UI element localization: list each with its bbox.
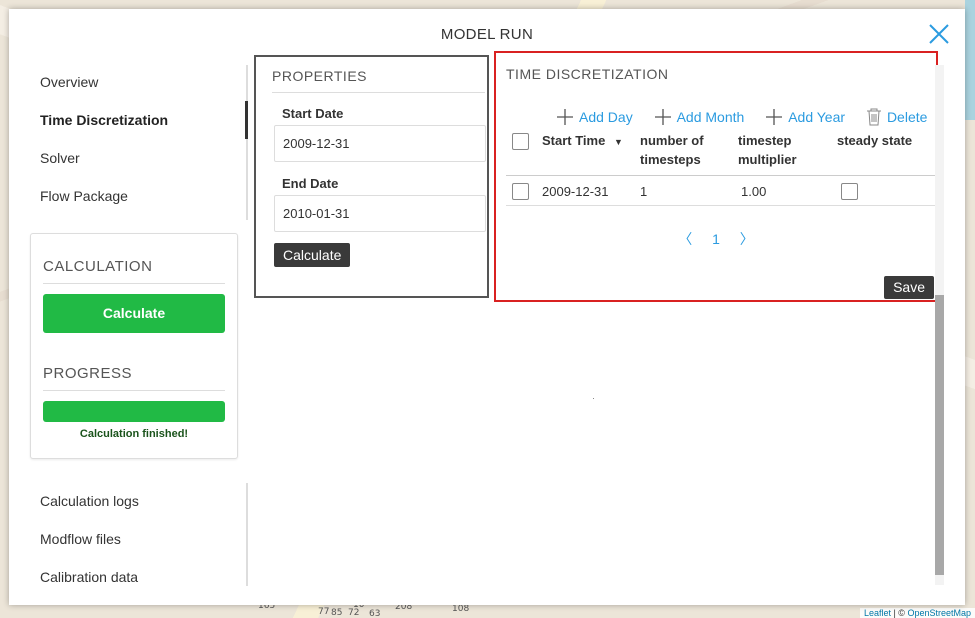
pagination: 〈 1 〉 xyxy=(496,229,936,249)
map-label: 85 xyxy=(331,608,343,618)
col-timestep-multiplier: timestep multiplier xyxy=(738,131,797,169)
delete-label: Delete xyxy=(886,109,928,125)
cell-start-time[interactable]: 2009-12-31 xyxy=(542,184,609,199)
map-label: 108 xyxy=(452,604,470,614)
end-date-label: End Date xyxy=(282,176,339,191)
cell-multiplier[interactable]: 1.00 xyxy=(741,184,766,199)
stray-dot xyxy=(593,398,594,399)
prev-page-button[interactable]: 〈 xyxy=(678,231,692,247)
map-label: 63 xyxy=(369,609,381,618)
active-indicator xyxy=(245,101,248,139)
start-date-input[interactable] xyxy=(274,125,486,162)
next-page-button[interactable]: 〉 xyxy=(740,231,754,247)
calculation-panel: CALCULATION Calculate PROGRESS Calculati… xyxy=(30,233,238,459)
add-day-button[interactable]: Add Day xyxy=(556,108,633,126)
menu-item-overview[interactable]: Overview xyxy=(40,69,250,107)
time-discretization-panel: TIME DISCRETIZATION Add Day Add Month Ad… xyxy=(494,51,938,302)
menu-item-calculation-logs[interactable]: Calculation logs xyxy=(40,488,250,526)
time-discretization-table: Start Time ▼ number of timesteps timeste… xyxy=(506,131,936,206)
calculation-heading: CALCULATION xyxy=(43,234,225,284)
start-date-label: Start Date xyxy=(282,106,344,121)
delete-button[interactable]: Delete xyxy=(866,108,927,126)
modal-title: MODEL RUN xyxy=(440,26,534,43)
sort-down-icon: ▼ xyxy=(613,137,623,147)
progress-heading: PROGRESS xyxy=(43,333,225,391)
attribution-separator: | © xyxy=(890,608,908,618)
scrollbar[interactable] xyxy=(935,65,944,585)
add-day-label: Add Day xyxy=(579,109,633,125)
progress-bar xyxy=(43,401,225,422)
properties-panel: PROPERTIES Start Date End Date Calculate xyxy=(254,55,489,298)
col-timesteps-line1: number of xyxy=(640,133,704,148)
save-button[interactable]: Save xyxy=(884,276,934,299)
add-year-button[interactable]: Add Year xyxy=(765,108,845,126)
leaflet-link[interactable]: Leaflet xyxy=(864,608,891,618)
osm-link[interactable]: OpenStreetMap xyxy=(907,608,971,618)
menu-item-modflow-files[interactable]: Modflow files xyxy=(40,526,250,564)
add-month-label: Add Month xyxy=(676,109,745,125)
menu-divider xyxy=(245,65,248,220)
add-year-label: Add Year xyxy=(788,109,846,125)
cell-timesteps[interactable]: 1 xyxy=(640,184,647,199)
map-water xyxy=(965,0,975,120)
menu-item-time-discretization[interactable]: Time Discretization xyxy=(40,107,250,145)
end-date-input[interactable] xyxy=(274,195,486,232)
td-toolbar: Add Day Add Month Add Year Delete xyxy=(556,108,936,129)
add-month-button[interactable]: Add Month xyxy=(654,108,745,126)
properties-title: PROPERTIES xyxy=(272,57,485,93)
model-run-menu: Overview Time Discretization Solver Flow… xyxy=(40,69,250,221)
model-run-menu-lower: Calculation logs Modflow files Calibrati… xyxy=(40,488,250,602)
scrollbar-thumb[interactable] xyxy=(935,295,944,575)
calculate-button[interactable]: Calculate xyxy=(43,294,225,333)
table-row: 2009-12-31 1 1.00 xyxy=(506,176,936,206)
menu-item-solver[interactable]: Solver xyxy=(40,145,250,183)
menu-divider-lower xyxy=(246,483,248,586)
plus-icon xyxy=(766,109,783,125)
map-label: 77 xyxy=(318,607,330,617)
row-checkbox[interactable] xyxy=(512,183,529,200)
col-multiplier-line1: timestep xyxy=(738,133,792,148)
progress-status: Calculation finished! xyxy=(79,428,189,440)
col-steady-state: steady state xyxy=(837,133,913,148)
plus-icon xyxy=(654,109,671,125)
menu-item-calibration-data[interactable]: Calibration data xyxy=(40,564,250,602)
page-number[interactable]: 1 xyxy=(712,231,720,247)
properties-calculate-button[interactable]: Calculate xyxy=(274,243,351,267)
close-icon[interactable] xyxy=(927,22,951,46)
col-multiplier-line2: multiplier xyxy=(738,152,797,167)
time-discretization-title: TIME DISCRETIZATION xyxy=(506,66,669,82)
col-start-time-label: Start Time xyxy=(542,133,606,148)
trash-icon xyxy=(866,108,881,126)
col-start-time[interactable]: Start Time ▼ xyxy=(542,131,623,152)
table-header: Start Time ▼ number of timesteps timeste… xyxy=(506,131,936,176)
steady-state-checkbox[interactable] xyxy=(841,183,858,200)
map-attribution: Leaflet | © OpenStreetMap xyxy=(859,608,975,618)
select-all-checkbox[interactable] xyxy=(512,133,529,150)
col-timesteps-line2: timesteps xyxy=(640,152,701,167)
plus-icon xyxy=(557,109,573,125)
menu-item-flow-package[interactable]: Flow Package xyxy=(40,183,250,221)
model-run-modal: MODEL RUN Overview Time Discretization S… xyxy=(9,9,965,605)
col-number-of-timesteps: number of timesteps xyxy=(640,131,704,169)
